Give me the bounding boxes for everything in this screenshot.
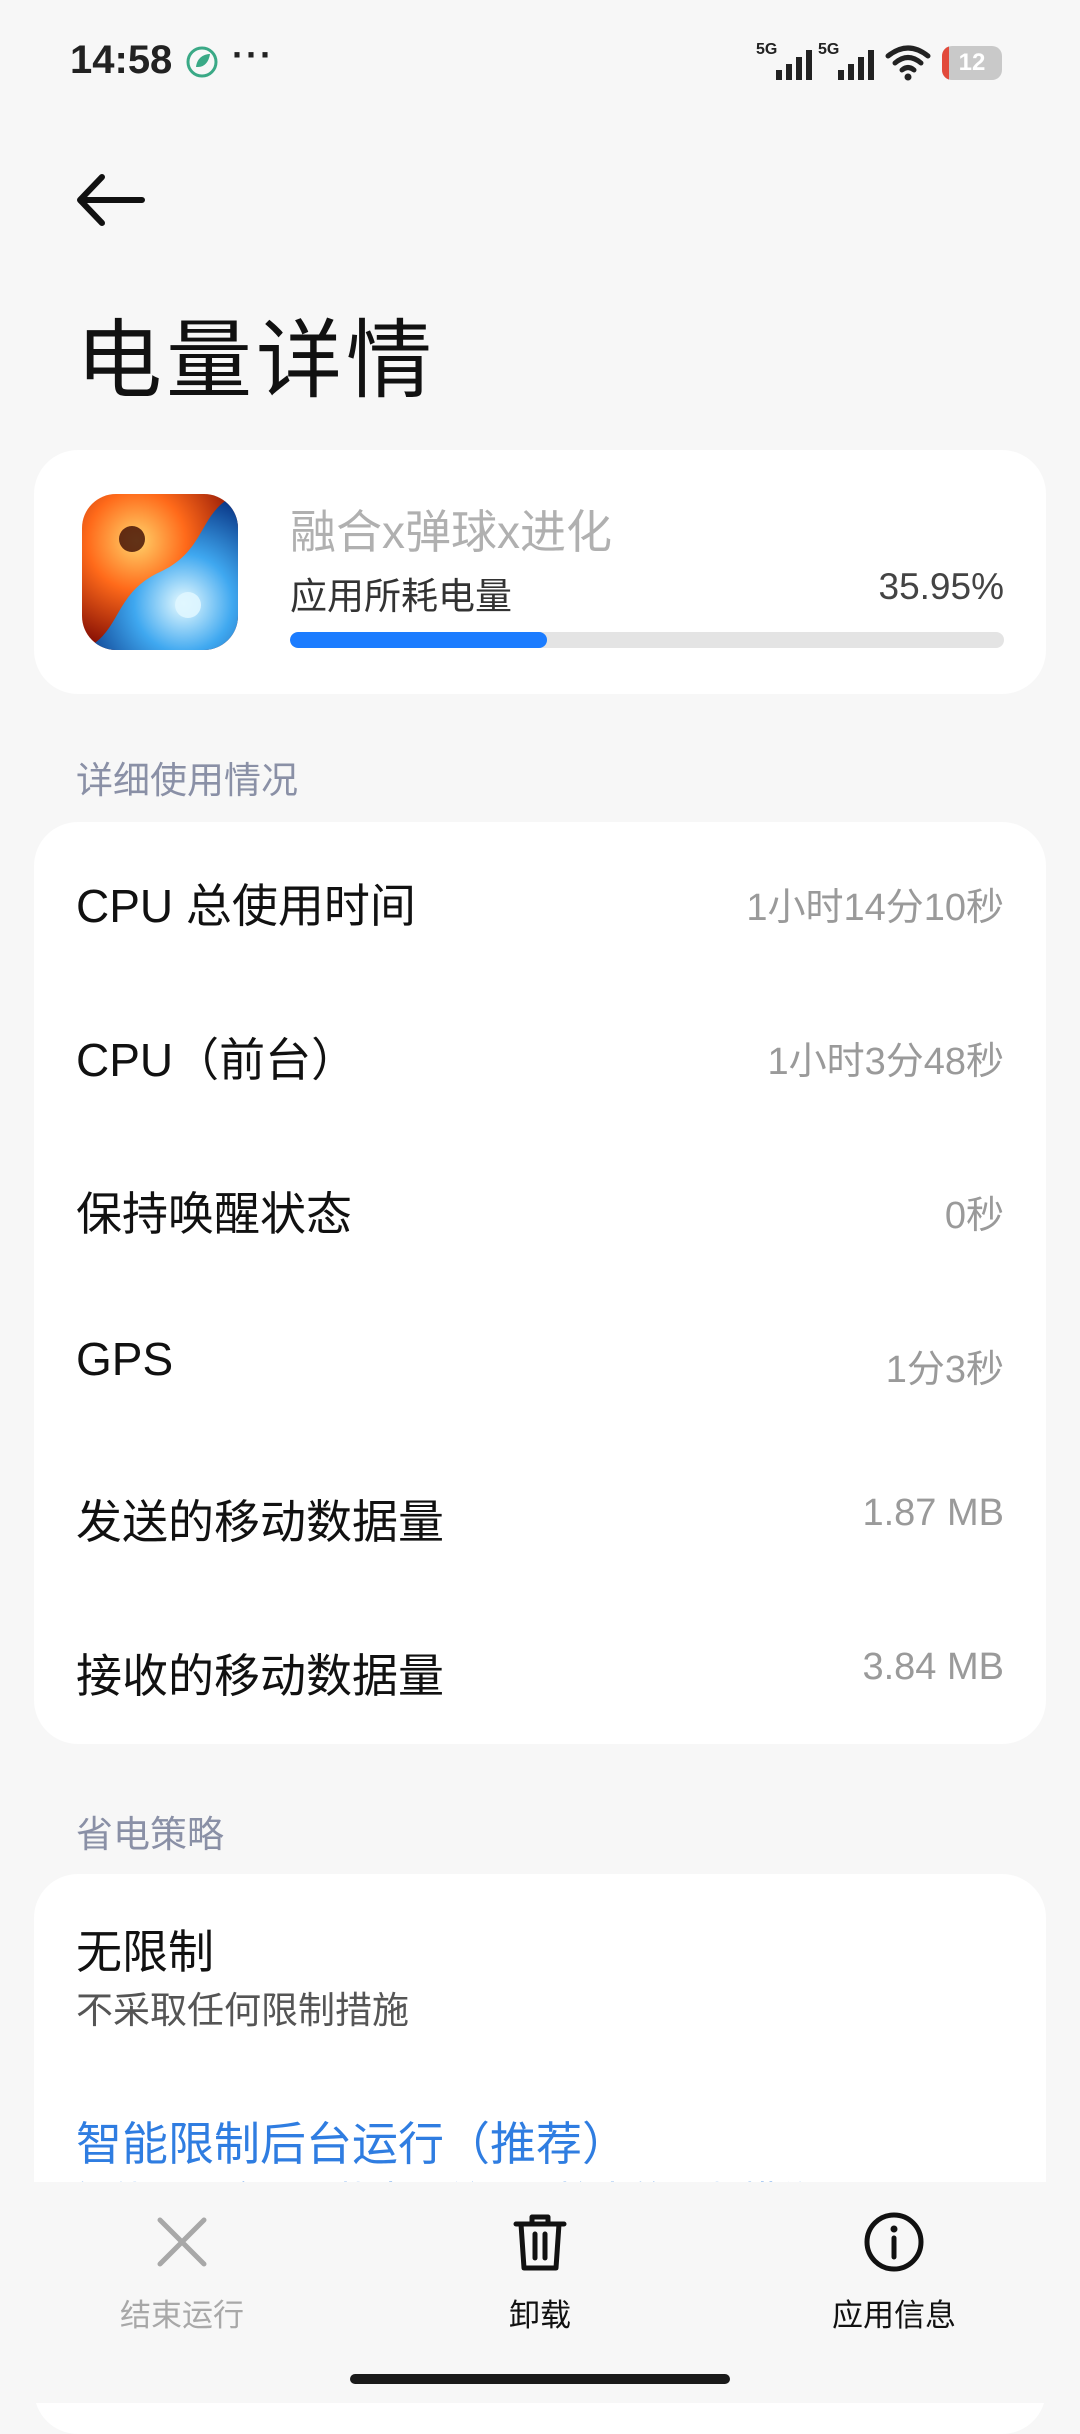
row-value-data-sent: 1.87 MB [862, 1492, 1004, 1534]
row-value-gps: 1分3秒 [885, 1349, 1004, 1391]
row-value-data-received: 3.84 MB [862, 1646, 1004, 1688]
signal2-label: 5G [818, 41, 839, 58]
row-value-cpu-total: 1小时14分10秒 [746, 887, 1004, 929]
arrow-left-icon[interactable] [72, 165, 152, 235]
battery-icon: 12 [942, 46, 1002, 80]
uninstall-label: 卸载 [509, 2298, 571, 2333]
force-stop-label: 结束运行 [120, 2298, 244, 2333]
policy-section-title: 省电策略 [76, 1814, 224, 1855]
row-label-wakelock: 保持唤醒状态 [76, 1188, 352, 1240]
policy-option-smart-restrict[interactable]: 智能限制后台运行（推荐） [76, 2108, 628, 2174]
close-icon [157, 2217, 207, 2267]
wifi-icon [885, 45, 931, 81]
row-label-gps: GPS [76, 1333, 174, 1385]
app-icon [82, 494, 238, 650]
page-title: 电量详情 [76, 313, 436, 409]
details-card [34, 822, 1046, 1744]
details-section-title: 详细使用情况 [76, 760, 298, 801]
row-value-cpu-foreground: 1小时3分48秒 [767, 1041, 1004, 1083]
signal-icon-2: 5G [818, 40, 878, 91]
app-name: 融合x弹球x进化 [290, 506, 612, 558]
more-notifications-icon: ··· [232, 34, 274, 75]
policy-option-unrestricted[interactable]: 无限制 [76, 1916, 214, 1982]
policy-option-unrestricted-desc: 不采取任何限制措施 [76, 1990, 409, 2031]
app-usage-value: 35.95% [878, 566, 1005, 607]
uninstall-button[interactable]: 卸载 [440, 2210, 640, 2335]
force-stop-button[interactable]: 结束运行 [82, 2210, 282, 2335]
status-time: 14:58 [70, 38, 173, 82]
signal-icon-1: 5G [756, 40, 816, 91]
signal1-label: 5G [756, 41, 777, 58]
app-usage-label: 应用所耗电量 [290, 576, 512, 617]
usage-progress-fill [290, 632, 547, 648]
home-indicator[interactable] [350, 2374, 730, 2384]
app-info-button[interactable]: 应用信息 [794, 2210, 994, 2335]
trash-icon [513, 2214, 567, 2271]
usage-progress-bar [290, 632, 1004, 648]
row-label-cpu-total: CPU 总使用时间 [76, 880, 416, 932]
info-icon [864, 2212, 924, 2272]
leaf-icon [186, 46, 218, 78]
row-label-data-received: 接收的移动数据量 [76, 1650, 444, 1702]
row-label-data-sent: 发送的移动数据量 [76, 1496, 444, 1548]
battery-level: 12 [958, 49, 986, 76]
row-label-cpu-foreground: CPU（前台） [76, 1034, 358, 1086]
row-value-wakelock: 0秒 [944, 1195, 1004, 1237]
app-info-label: 应用信息 [832, 2298, 956, 2333]
